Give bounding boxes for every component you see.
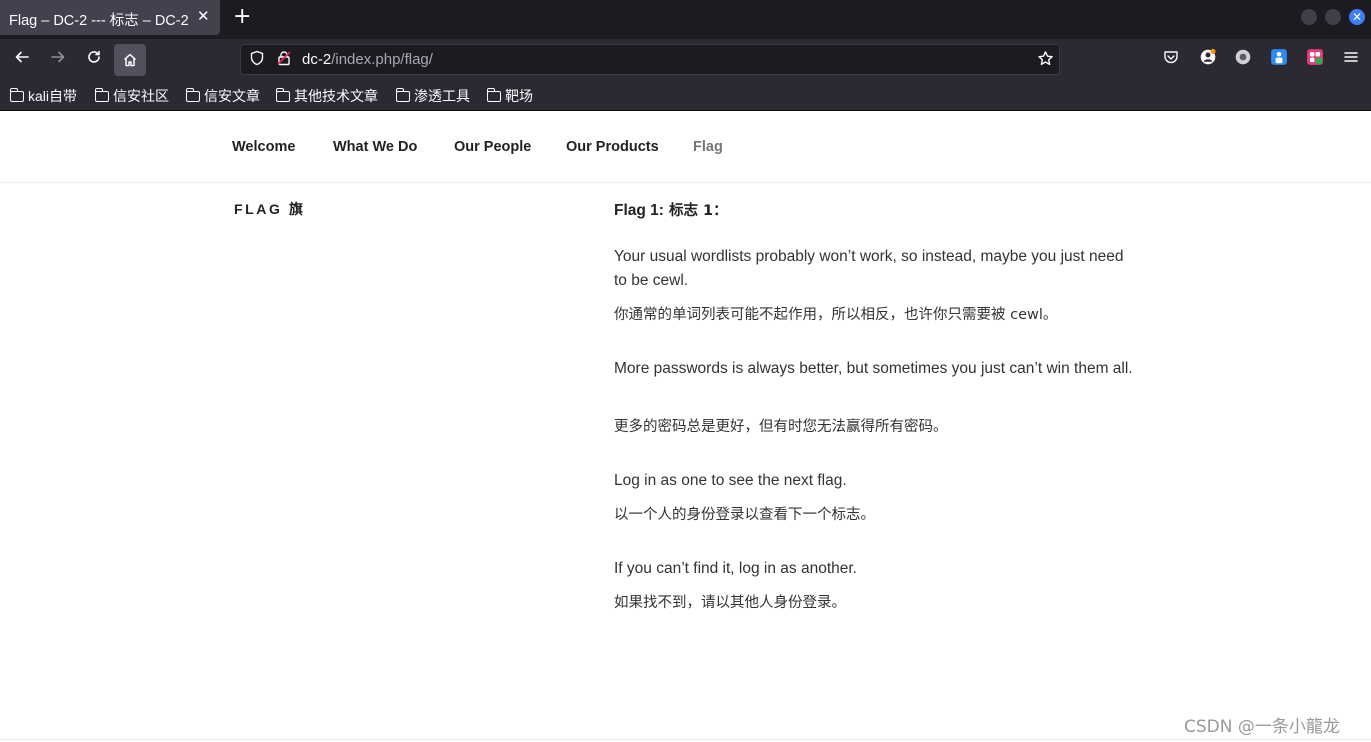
insecure-lock-icon[interactable] xyxy=(274,50,294,70)
page-title: FLAG 旗 xyxy=(234,201,306,217)
nav-flag[interactable]: Flag xyxy=(693,139,723,155)
nav-our-products[interactable]: Our Products xyxy=(566,139,659,155)
account-icon[interactable] xyxy=(1196,48,1220,72)
watermark: CSDN @一条小龍龙 xyxy=(1184,717,1340,737)
bookmark-folder[interactable]: 靶场 xyxy=(486,86,533,106)
bookmark-folder[interactable]: 信安社区 xyxy=(94,86,169,106)
tab-bar: Flag – DC-2 --- 标志 – DC-2 ✕ + ✕ xyxy=(0,0,1371,39)
active-tab[interactable]: Flag – DC-2 --- 标志 – DC-2 ✕ xyxy=(0,0,220,35)
paragraph-en: More passwords is always better, but som… xyxy=(614,360,1133,377)
paragraph-zh: 以一个人的身份登录以查看下一个标志。 xyxy=(614,507,875,523)
bookmark-label: 信安文章 xyxy=(204,88,260,104)
paragraph-en: If you can’t find it, log in as another. xyxy=(614,560,857,577)
home-button[interactable] xyxy=(114,44,146,76)
bookmark-folder[interactable]: 渗透工具 xyxy=(395,86,470,106)
tab-title: Flag – DC-2 --- 标志 – DC-2 xyxy=(9,13,189,29)
forward-icon[interactable] xyxy=(46,48,70,72)
folder-icon xyxy=(395,88,410,102)
nav-our-people[interactable]: Our People xyxy=(454,139,531,155)
site-navigation: Welcome What We Do Our People Our Produc… xyxy=(0,111,1371,183)
bookmarks-toolbar: kali自带 信安社区 信安文章 其他技术文章 渗透工具 靶场 xyxy=(0,81,1371,111)
paragraph-zh: 更多的密码总是更好，但有时您无法赢得所有密码。 xyxy=(614,419,948,435)
bookmark-folder[interactable]: kali自带 xyxy=(9,86,78,106)
bookmark-label: 其他技术文章 xyxy=(294,88,378,104)
bookmark-label: 信安社区 xyxy=(113,88,169,104)
paragraph-zh: 如果找不到，请以其他人身份登录。 xyxy=(614,595,846,611)
paragraph-en: Log in as one to see the next flag. xyxy=(614,472,847,489)
url-path: /index.php/flag/ xyxy=(331,51,433,68)
flag-heading: Flag 1: 标志 1： xyxy=(614,199,728,220)
folder-icon xyxy=(185,88,200,102)
folder-icon xyxy=(94,88,109,102)
translate-icon[interactable] xyxy=(1267,48,1291,72)
bookmark-label: 靶场 xyxy=(505,88,533,104)
bookmark-label: kali自带 xyxy=(28,88,78,104)
back-icon[interactable] xyxy=(10,48,34,72)
color-picker-icon[interactable] xyxy=(1303,48,1327,72)
bookmark-label: 渗透工具 xyxy=(414,88,470,104)
pocket-icon[interactable] xyxy=(1159,48,1183,72)
flag-heading-zh: 标志 1： xyxy=(663,203,728,219)
nav-what-we-do[interactable]: What We Do xyxy=(333,139,417,155)
home-icon xyxy=(122,52,138,72)
menu-icon[interactable] xyxy=(1339,48,1363,72)
divider xyxy=(0,739,1371,740)
minimize-button[interactable] xyxy=(1301,9,1317,25)
bookmark-folder[interactable]: 其他技术文章 xyxy=(275,86,378,106)
folder-icon xyxy=(9,88,24,102)
maximize-button[interactable] xyxy=(1325,9,1341,25)
url-text[interactable]: dc-2/index.php/flag/ xyxy=(302,51,433,68)
url-host: dc-2 xyxy=(302,51,332,68)
star-icon[interactable] xyxy=(1035,50,1055,70)
extension-icon[interactable] xyxy=(1231,48,1255,72)
paragraph-zh: 你通常的单词列表可能不起作用，所以相反，也许你只需要被 cewl。 xyxy=(614,307,1058,323)
navigation-toolbar: dc-2/index.php/flag/ xyxy=(0,39,1371,81)
bookmark-folder[interactable]: 信安文章 xyxy=(185,86,260,106)
folder-icon xyxy=(486,88,501,102)
flag-heading-en: Flag 1: xyxy=(614,202,664,219)
nav-welcome[interactable]: Welcome xyxy=(232,139,295,155)
url-bar[interactable]: dc-2/index.php/flag/ xyxy=(240,44,1060,75)
shield-icon[interactable] xyxy=(247,50,267,70)
reload-icon[interactable] xyxy=(82,48,106,72)
new-tab-button[interactable]: + xyxy=(233,5,251,29)
tab-close-icon[interactable]: ✕ xyxy=(197,7,210,25)
paragraph-en: Your usual wordlists probably won’t work… xyxy=(614,248,1124,289)
window-close-button[interactable]: ✕ xyxy=(1349,9,1365,25)
folder-icon xyxy=(275,88,290,102)
